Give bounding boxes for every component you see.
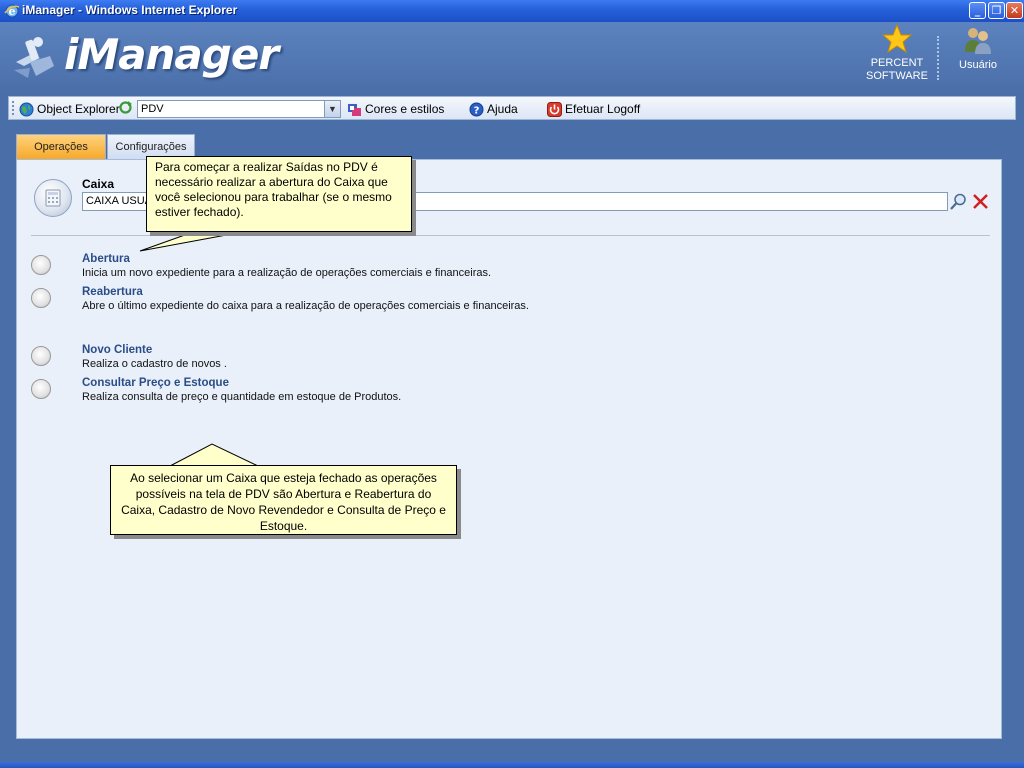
clear-icon[interactable] [971, 192, 990, 211]
power-icon [547, 101, 562, 117]
cores-estilos-button[interactable]: Cores e estilos [347, 100, 444, 118]
users-icon [965, 28, 991, 54]
operation-description: Abre o último expediente do caixa para a… [82, 300, 529, 312]
svg-text:?: ? [474, 105, 480, 116]
section-divider [31, 235, 990, 236]
caixa-label: Caixa [82, 177, 115, 191]
operation-radio[interactable] [31, 288, 51, 308]
imanager-logo-icon [14, 37, 54, 78]
star-icon [881, 23, 913, 54]
ajuda-button[interactable]: ? Ajuda [469, 100, 518, 118]
software-label: SOFTWARE [866, 70, 928, 82]
operation-title[interactable]: Abertura [82, 253, 130, 265]
operation-description: Realiza o cadastro de novos . [82, 358, 227, 370]
search-icon[interactable] [949, 192, 968, 211]
chevron-down-icon[interactable]: ▼ [324, 101, 340, 117]
ajuda-label: Ajuda [487, 102, 518, 116]
operation-radio[interactable] [31, 379, 51, 399]
window-bottom-edge [0, 762, 1024, 768]
usuario-link[interactable]: Usuário [952, 22, 1004, 72]
usuario-label: Usuário [959, 59, 997, 71]
operation-title[interactable]: Consultar Preço e Estoque [82, 377, 229, 389]
cores-estilos-label: Cores e estilos [365, 102, 445, 116]
percent-label: PERCENT [870, 57, 924, 69]
object-explorer-label: Object Explorer [37, 102, 120, 116]
restore-button[interactable]: ❐ [988, 2, 1005, 19]
operation-title[interactable]: Reabertura [82, 286, 143, 298]
toolbar-grip[interactable] [12, 101, 17, 115]
operation-abertura[interactable]: Abertura Inicia um novo expediente para … [17, 253, 997, 283]
window-title-bar: e iManager - Windows Internet Explorer _… [0, 0, 1024, 22]
logoff-button[interactable]: Efetuar Logoff [547, 100, 640, 118]
tab-operacoes[interactable]: Operações [16, 134, 106, 160]
internet-explorer-icon: e [4, 4, 20, 18]
refresh-icon[interactable] [118, 100, 133, 115]
help-icon: ? [469, 102, 484, 116]
window-title: iManager - Windows Internet Explorer [22, 3, 238, 17]
operation-radio[interactable] [31, 346, 51, 366]
logoff-label: Efetuar Logoff [565, 102, 641, 116]
operation-description: Inicia um novo expediente para a realiza… [82, 267, 492, 279]
cash-register-icon [34, 179, 72, 217]
close-button[interactable]: ✕ [1006, 2, 1023, 19]
percent-software-link[interactable]: PERCENT SOFTWARE [866, 22, 928, 83]
pdv-select-value: PDV [141, 103, 164, 115]
operation-radio[interactable] [31, 255, 51, 275]
operations-panel: Caixa CAIXA USUÁ Abertura Inicia um novo… [16, 159, 1002, 739]
operation-description: Realiza consulta de preço e quantidade e… [82, 391, 402, 403]
operation-reabertura[interactable]: Reabertura Abre o último expediente do c… [17, 286, 997, 316]
palette-icon [348, 103, 361, 116]
app-logo-text: iManager [64, 30, 279, 79]
minimize-button[interactable]: _ [969, 2, 986, 19]
tooltip-callout-abertura: Para começar a realizar Saídas no PDV é … [146, 156, 412, 232]
tooltip-callout-operacoes: Ao selecionar um Caixa que esteja fechad… [110, 465, 457, 535]
globe-icon [19, 102, 34, 116]
pdv-select[interactable]: PDV ▼ [137, 100, 341, 118]
toolbar: Object Explorer PDV ▼ Cores e estilos ? … [8, 96, 1016, 120]
header-separator [937, 36, 941, 80]
operation-consultar-preco[interactable]: Consultar Preço e Estoque Realiza consul… [17, 377, 997, 407]
operation-title[interactable]: Novo Cliente [82, 344, 152, 356]
object-explorer-button[interactable]: Object Explorer [19, 100, 120, 118]
app-header: iManager PERCENT SOFTWARE Usuário [0, 22, 1024, 94]
operation-novo-cliente[interactable]: Novo Cliente Realiza o cadastro de novos… [17, 344, 997, 374]
